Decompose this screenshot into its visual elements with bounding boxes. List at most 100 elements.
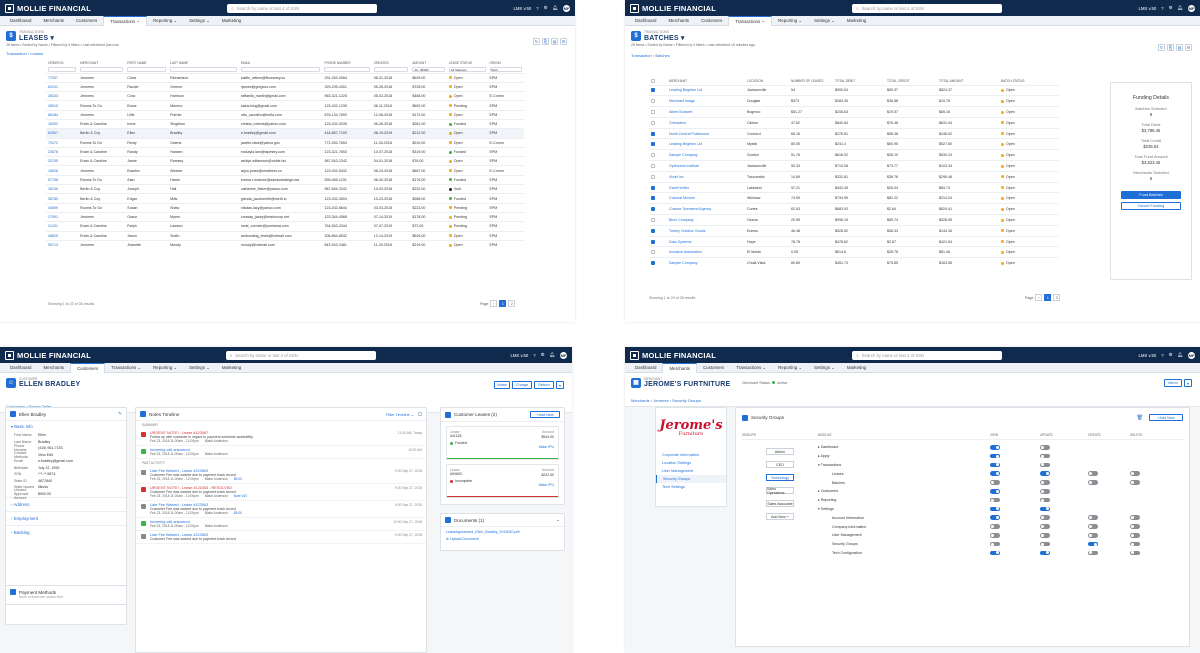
permission-toggle[interactable]: [1130, 471, 1140, 477]
search-input[interactable]: ⌕ Search by name or last 4 of SSN: [852, 350, 1003, 360]
bell-icon[interactable]: 🔔︎: [550, 352, 555, 358]
table-cell[interactable]: 18136: [46, 184, 79, 194]
permission-toggle[interactable]: [990, 533, 1000, 538]
return-button[interactable]: Return: [534, 381, 554, 389]
table-row[interactable]: Sample Company Chula Vista 80.89 $451.73 $75…: [649, 257, 1059, 269]
gear-icon[interactable]: ⚙: [544, 5, 548, 11]
permission-toggle[interactable]: [990, 480, 1000, 485]
column-filter-input[interactable]: [127, 66, 167, 72]
nav-reporting[interactable]: Reporting ⌄: [772, 16, 808, 26]
table-cell[interactable]: 40899: [46, 202, 79, 213]
charge-button[interactable]: Charge: [512, 381, 532, 389]
chevron-down-icon[interactable]: ⌄: [556, 517, 560, 523]
page-prev[interactable]: ‹: [490, 300, 498, 307]
permission-toggle[interactable]: [990, 524, 1000, 529]
table-row[interactable]: 38780 Berlin & Coy Edgar Mills glenda_jacobs…: [46, 193, 524, 204]
permission-toggle[interactable]: [990, 462, 1000, 468]
row-checkbox[interactable]: [651, 217, 655, 222]
permission-toggle[interactable]: [1040, 550, 1050, 556]
search-input[interactable]: ⌕ Search by name or last 4 of SSN: [852, 3, 1003, 13]
table-row[interactable]: Leading Brighton Ltd Mystic 80.55 $241.4 $60…: [649, 138, 1059, 150]
row-checkbox[interactable]: [651, 174, 655, 179]
security-group-button[interactable]: Sales Operations: [766, 487, 794, 495]
cancel-funding-button[interactable]: Cancel Funding: [1121, 202, 1181, 210]
question-icon[interactable]: ?: [533, 353, 535, 358]
column-header[interactable]: Amount: [410, 59, 446, 66]
question-icon[interactable]: ?: [536, 6, 538, 11]
page-2[interactable]: 2: [508, 300, 516, 307]
timeline-item[interactable]: Late Fee Waived - Lease #123563 9:30 Sep …: [136, 531, 426, 544]
table-row[interactable]: Sample Company Gordon 51.76 $616.02 $28.10 $5…: [649, 149, 1059, 161]
permission-toggle[interactable]: [1130, 550, 1140, 556]
row-checkbox[interactable]: [651, 131, 655, 136]
row-checkbox[interactable]: [651, 153, 655, 158]
table-row[interactable]: 27591 Jeromes Grace Myers conway_jacey@mario…: [46, 211, 524, 222]
table-cell[interactable]: 33705: [46, 156, 79, 166]
row-checkbox[interactable]: [651, 196, 655, 201]
table-cell[interactable]: Albert Boisvert: [667, 106, 745, 118]
column-header[interactable]: Merchant: [78, 59, 125, 66]
security-group-button[interactable]: Sales Associate: [766, 500, 794, 507]
table-cell[interactable]: Leading Brighton Ltd: [667, 138, 745, 150]
security-group-button[interactable]: Technology: [766, 474, 794, 481]
permission-toggle[interactable]: [1088, 515, 1098, 521]
permission-toggle[interactable]: [1130, 541, 1140, 547]
permission-toggle[interactable]: [990, 541, 1000, 547]
permission-toggle[interactable]: [990, 506, 1000, 512]
row-checkbox[interactable]: [651, 120, 655, 125]
row-checkbox[interactable]: [651, 164, 655, 168]
table-cell[interactable]: 28343: [46, 91, 79, 101]
table-cell[interactable]: 23678: [46, 146, 79, 157]
nav-merchants[interactable]: Merchants: [662, 362, 697, 373]
timeline-item[interactable]: URGENT NOTE! - Lease #123567 11:30 AM, To…: [136, 429, 426, 446]
brand-logo[interactable]: MOLLIE FINANCIAL: [5, 350, 91, 360]
nav-settings[interactable]: Settings ⌄: [808, 16, 841, 26]
user-version[interactable]: LMS v.50: [513, 6, 531, 11]
permission-toggle[interactable]: [1040, 497, 1050, 503]
permission-toggle[interactable]: [1130, 533, 1140, 538]
nav-transactions[interactable]: Transactions ⌄: [103, 15, 148, 26]
table-row[interactable]: 68184 Jeromes Lillie Poirrier otto_carvalho@…: [46, 109, 524, 120]
page-prev[interactable]: ‹: [1035, 294, 1043, 301]
basic-info-toggle[interactable]: ▾ Basic Info: [6, 421, 126, 432]
banking-section[interactable]: › Banking: [6, 525, 126, 539]
nav-marketing[interactable]: Marketing: [216, 16, 247, 26]
settings-icon[interactable]: ⚙: [560, 38, 567, 45]
nav-reporting[interactable]: Reporting ⌄: [147, 363, 183, 373]
timeline-item[interactable]: Late Fee Waived - Lease #123563 9:30 Sep …: [136, 501, 426, 518]
table-cell[interactable]: Gavel Writer: [667, 181, 745, 193]
column-header[interactable]: Origin: [488, 59, 524, 66]
search-input[interactable]: ⌕ Search by name or last 4 of SSN: [227, 3, 378, 13]
column-header[interactable]: First Name: [125, 59, 168, 66]
table-row[interactable]: Gavel Writer Lakeland 97.21 $442.45 $26.04 $8…: [649, 181, 1059, 193]
table-row[interactable]: 28015 Rooms To Go Bruce Moreno kaius.king@gm…: [46, 100, 524, 111]
select-all-checkbox[interactable]: [649, 78, 667, 85]
nav-settings[interactable]: Settings ⌄: [183, 16, 216, 26]
print-icon[interactable]: ▤: [1176, 44, 1183, 51]
column-filter-input[interactable]: [48, 66, 77, 72]
page-title[interactable]: LEASES ▾: [19, 34, 54, 42]
permission-toggle[interactable]: [1040, 462, 1050, 468]
permission-toggle[interactable]: [1040, 445, 1050, 450]
gear-icon[interactable]: ⚙: [1169, 352, 1173, 358]
lease-card[interactable]: Lease #54600 Amount $222.00 Incomplete Make I…: [446, 464, 559, 498]
nav-dashboard[interactable]: Dashboard: [4, 363, 37, 373]
nav-marketing[interactable]: Marketing: [216, 363, 247, 373]
row-checkbox[interactable]: [651, 207, 655, 212]
edit-icon[interactable]: ✎: [118, 411, 122, 417]
merchant-nav-item[interactable]: Security Groups: [656, 475, 726, 483]
table-cell[interactable]: Data Systems: [667, 235, 745, 247]
timeline-item[interactable]: Incoming call answered 12:00 Sep 27, 2018…: [136, 518, 426, 531]
avatar[interactable]: MF: [563, 4, 570, 12]
table-cell[interactable]: 38780: [46, 193, 79, 204]
table-row[interactable]: Inclusive Automation El Monte 0.05 $614.6 $2…: [649, 246, 1059, 258]
avatar[interactable]: MF: [1188, 351, 1195, 359]
column-filter-input[interactable]: [373, 66, 409, 72]
merchant-nav-item[interactable]: Corporate Information: [656, 451, 726, 459]
table-cell[interactable]: 28015: [46, 100, 79, 111]
nav-reporting[interactable]: Reporting ⌄: [147, 16, 183, 26]
row-checkbox[interactable]: [651, 250, 655, 255]
row-checkbox[interactable]: [651, 261, 655, 266]
nav-customers[interactable]: Customers: [695, 16, 728, 26]
permission-toggle[interactable]: [990, 497, 1000, 503]
